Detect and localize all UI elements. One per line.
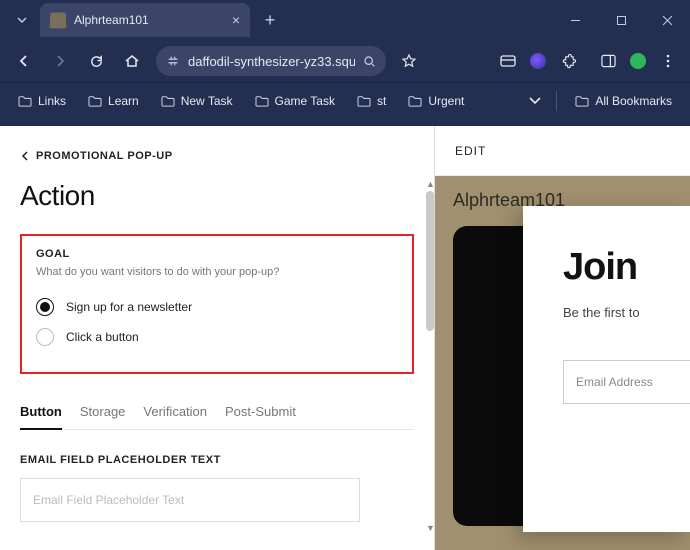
side-panel-icon[interactable] — [594, 47, 622, 75]
url-box[interactable]: daffodil-synthesizer-yz33.squ... — [156, 46, 386, 76]
bookmark-overflow-icon[interactable] — [524, 88, 546, 114]
bookmark-label: Links — [38, 94, 66, 108]
bookmark-label: Game Task — [275, 94, 335, 108]
home-button[interactable] — [116, 45, 148, 77]
website-preview: Alphrteam101 Join Be the first to Email … — [435, 176, 690, 550]
bookmark-urgent[interactable]: Urgent — [400, 90, 472, 112]
bookmark-learn[interactable]: Learn — [80, 90, 147, 112]
back-button[interactable] — [8, 45, 40, 77]
window-titlebar: Alphrteam101 × + — [0, 0, 690, 40]
bookmark-newtask[interactable]: New Task — [153, 90, 241, 112]
extension-purple-icon[interactable] — [524, 47, 552, 75]
folder-icon — [88, 95, 102, 107]
preview-pane: EDIT Alphrteam101 Join Be the first to E… — [434, 126, 690, 550]
favicon-icon — [50, 12, 67, 28]
folder-icon — [575, 95, 589, 107]
edit-header[interactable]: EDIT — [435, 126, 690, 176]
tab-title: Alphrteam101 — [74, 13, 224, 27]
goal-option-newsletter[interactable]: Sign up for a newsletter — [36, 292, 398, 322]
folder-icon — [18, 95, 32, 107]
bookmark-label: st — [377, 94, 386, 108]
new-tab-button[interactable]: + — [256, 6, 284, 34]
breadcrumb[interactable]: PROMOTIONAL POP-UP — [20, 150, 414, 162]
tab-storage[interactable]: Storage — [80, 398, 126, 429]
tabs: Button Storage Verification Post-Submit — [20, 398, 414, 430]
tab-search-dropdown[interactable] — [8, 6, 36, 34]
bookmark-st[interactable]: st — [349, 90, 394, 112]
folder-icon — [255, 95, 269, 107]
popup-subtitle: Be the first to — [563, 305, 690, 320]
goal-label: GOAL — [36, 248, 398, 260]
radio-icon — [36, 298, 54, 316]
folder-icon — [161, 95, 175, 107]
tab-button[interactable]: Button — [20, 398, 62, 429]
window-maximize-button[interactable] — [598, 0, 644, 40]
page-title: Action — [20, 180, 414, 212]
bookmark-label: New Task — [181, 94, 233, 108]
extensions-puzzle-icon[interactable] — [554, 47, 582, 75]
goal-option-button[interactable]: Click a button — [36, 322, 398, 352]
radio-label: Sign up for a newsletter — [66, 300, 192, 314]
email-field-label: EMAIL FIELD PLACEHOLDER TEXT — [20, 454, 414, 466]
bookmark-label: Urgent — [428, 94, 464, 108]
bookmark-gametask[interactable]: Game Task — [247, 90, 343, 112]
folder-icon — [408, 95, 422, 107]
forward-button[interactable] — [44, 45, 76, 77]
popup-title: Join — [563, 246, 690, 289]
separator — [556, 91, 557, 111]
email-placeholder-input[interactable] — [20, 478, 360, 522]
goal-help-text: What do you want visitors to do with you… — [36, 266, 398, 278]
breadcrumb-label: PROMOTIONAL POP-UP — [36, 150, 173, 162]
scroll-thumb[interactable] — [426, 191, 434, 331]
goal-section: GOAL What do you want visitors to do wit… — [20, 234, 414, 374]
tab-post-submit[interactable]: Post-Submit — [225, 398, 296, 429]
reload-button[interactable] — [80, 45, 112, 77]
close-tab-icon[interactable]: × — [232, 12, 240, 28]
bookmark-label: Learn — [108, 94, 139, 108]
scroll-down-icon[interactable]: ▼ — [426, 523, 434, 533]
settings-panel: PROMOTIONAL POP-UP Action GOAL What do y… — [0, 126, 434, 550]
bookmark-links[interactable]: Links — [10, 90, 74, 112]
folder-icon — [357, 95, 371, 107]
bookmarks-bar: Links Learn New Task Game Task st Urgent… — [0, 82, 690, 118]
all-bookmarks-button[interactable]: All Bookmarks — [567, 90, 680, 112]
search-in-page-icon[interactable] — [363, 55, 376, 68]
popup-email-input[interactable]: Email Address — [563, 360, 690, 404]
address-bar: daffodil-synthesizer-yz33.squ... — [0, 40, 690, 82]
radio-icon — [36, 328, 54, 346]
bookmark-star-icon[interactable] — [394, 46, 424, 76]
extension-card-icon[interactable] — [494, 47, 522, 75]
popup-preview: Join Be the first to Email Address — [523, 206, 690, 532]
radio-label: Click a button — [66, 330, 139, 344]
all-bookmarks-label: All Bookmarks — [595, 94, 672, 108]
browser-menu-icon[interactable] — [654, 47, 682, 75]
browser-tab[interactable]: Alphrteam101 × — [40, 3, 250, 37]
site-settings-icon[interactable] — [166, 54, 180, 68]
window-minimize-button[interactable] — [552, 0, 598, 40]
tab-verification[interactable]: Verification — [143, 398, 207, 429]
chevron-left-icon — [20, 151, 30, 161]
window-close-button[interactable] — [644, 0, 690, 40]
extension-green-icon[interactable] — [624, 47, 652, 75]
scroll-up-icon[interactable]: ▲ — [426, 179, 434, 189]
url-text: daffodil-synthesizer-yz33.squ... — [188, 54, 355, 69]
